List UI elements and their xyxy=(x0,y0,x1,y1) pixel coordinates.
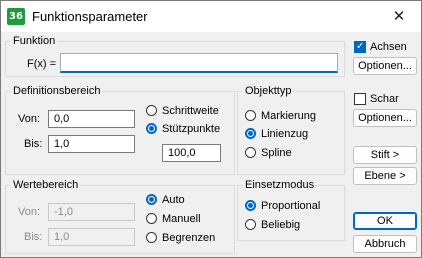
stift-button[interactable]: Stift > xyxy=(353,146,417,164)
window-title: Funktionsparameter xyxy=(32,9,148,24)
spline-label[interactable]: Spline xyxy=(261,146,292,160)
ebene-button[interactable]: Ebene > xyxy=(353,167,417,185)
achsen-label[interactable]: Achsen xyxy=(370,40,407,54)
schrittweite-radio[interactable] xyxy=(146,105,157,116)
title-bar: 36 Funktionsparameter ✕ xyxy=(1,1,421,32)
def-von-label: Von: xyxy=(18,113,41,125)
linienzug-label[interactable]: Linienzug xyxy=(261,127,308,141)
app-logo-icon: 36 xyxy=(7,8,25,25)
auto-radio[interactable] xyxy=(146,194,157,205)
beliebig-label[interactable]: Beliebig xyxy=(261,218,300,232)
def-von-input[interactable]: 0,0 xyxy=(48,110,135,128)
group-label-funktion: Funktion xyxy=(11,34,58,48)
wert-bis-label: Bis: xyxy=(24,231,43,243)
fx-input[interactable] xyxy=(60,53,338,73)
group-label-wertebereich: Wertebereich xyxy=(11,178,81,192)
manuell-label[interactable]: Manuell xyxy=(162,212,201,226)
manuell-radio[interactable] xyxy=(146,213,157,224)
achsen-checkbox[interactable]: ✓ xyxy=(354,41,366,53)
close-button[interactable]: ✕ xyxy=(377,1,421,32)
markierung-radio[interactable] xyxy=(245,110,256,121)
auto-label[interactable]: Auto xyxy=(162,193,185,207)
ok-button[interactable]: OK xyxy=(353,212,417,230)
fx-label: F(x) = xyxy=(27,58,57,70)
schar-label[interactable]: Schar xyxy=(370,92,399,106)
wert-von-label: Von: xyxy=(18,206,41,218)
group-einsetzmodus: Einsetzmodus xyxy=(237,178,345,241)
achsen-optionen-button[interactable]: Optionen... xyxy=(353,57,417,75)
wert-von-input[interactable]: -1,0 xyxy=(48,203,135,221)
proportional-label[interactable]: Proportional xyxy=(261,199,320,213)
wert-bis-input[interactable]: 1,0 xyxy=(48,228,135,246)
schar-optionen-button[interactable]: Optionen... xyxy=(353,109,417,127)
group-label-objekttyp: Objekttyp xyxy=(243,84,294,98)
checkmark-icon: ✓ xyxy=(356,41,365,52)
beliebig-radio[interactable] xyxy=(245,219,256,230)
stuetzpunkte-label[interactable]: Stützpunkte xyxy=(162,122,220,136)
def-bis-label: Bis: xyxy=(24,138,43,150)
linienzug-radio[interactable] xyxy=(245,128,256,139)
dialog-content: Funktion F(x) = Definitionsbereich Von: … xyxy=(1,32,421,257)
group-label-einsetzmodus: Einsetzmodus xyxy=(243,178,317,192)
markierung-label[interactable]: Markierung xyxy=(261,109,316,123)
def-bis-input[interactable]: 1,0 xyxy=(48,135,135,153)
proportional-radio[interactable] xyxy=(245,200,256,211)
begrenzen-radio[interactable] xyxy=(146,232,157,243)
begrenzen-label[interactable]: Begrenzen xyxy=(162,231,215,245)
stuetzpunkte-input[interactable]: 100,0 xyxy=(162,144,221,162)
dialog-window: 36 Funktionsparameter ✕ Funktion F(x) = … xyxy=(0,0,422,258)
abbruch-button[interactable]: Abbruch xyxy=(353,235,417,253)
group-label-definitionsbereich: Definitionsbereich xyxy=(11,84,103,98)
schrittweite-label[interactable]: Schrittweite xyxy=(162,104,219,118)
spline-radio[interactable] xyxy=(245,147,256,158)
schar-checkbox[interactable] xyxy=(354,93,366,105)
stuetzpunkte-radio[interactable] xyxy=(146,123,157,134)
